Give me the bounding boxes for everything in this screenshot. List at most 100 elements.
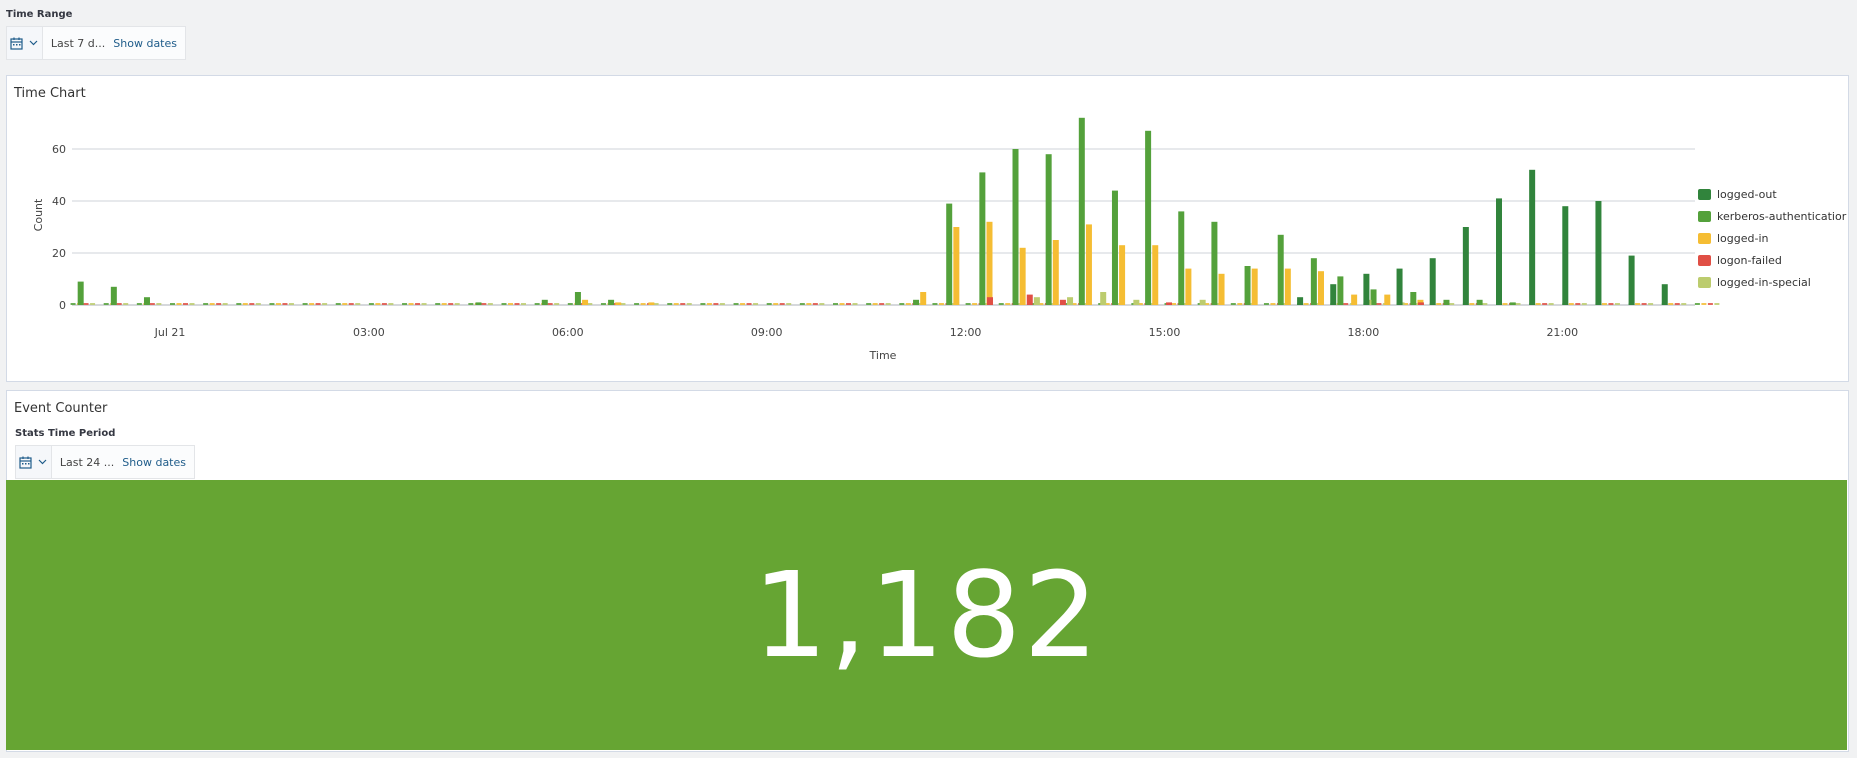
baseline-stub xyxy=(1436,303,1442,305)
baseline-stub xyxy=(1482,303,1488,305)
baseline-stub xyxy=(1575,303,1581,305)
baseline-stub xyxy=(1707,303,1713,305)
stats-time-picker[interactable]: Last 24 ... Show dates xyxy=(15,445,195,479)
stats-range-text[interactable]: Last 24 ... xyxy=(52,456,122,469)
baseline-stub xyxy=(302,303,308,305)
baseline-stub xyxy=(136,303,142,305)
baseline-stub xyxy=(421,303,427,305)
baseline-stub xyxy=(1701,303,1707,305)
baseline-stub xyxy=(799,303,805,305)
baseline-stub xyxy=(116,303,122,305)
baseline-stub xyxy=(70,303,76,305)
baseline-stub xyxy=(1668,303,1674,305)
baseline-stub xyxy=(216,303,222,305)
bar-logged-in xyxy=(986,221,993,305)
x-tick-label: 21:00 xyxy=(1546,326,1578,339)
baseline-stub xyxy=(103,303,109,305)
bar-logged-out xyxy=(1562,206,1569,305)
baseline-stub xyxy=(719,303,725,305)
chart-legend: logged-out kerberos-authenticatior logged-… xyxy=(1698,183,1846,293)
x-tick-label: 03:00 xyxy=(353,326,385,339)
legend-item[interactable]: logged-out xyxy=(1698,183,1846,205)
baseline-stub xyxy=(222,303,228,305)
baseline-stub xyxy=(1601,303,1607,305)
baseline-stub xyxy=(123,303,129,305)
baseline-stub xyxy=(899,303,905,305)
bar-kerberos-authenticatior xyxy=(1410,292,1417,305)
baseline-stub xyxy=(1515,303,1521,305)
bar-kerberos-authenticatior xyxy=(1045,154,1052,305)
legend-swatch xyxy=(1698,188,1711,200)
bar-logon-failed xyxy=(1166,302,1172,305)
baseline-stub xyxy=(275,303,281,305)
baseline-stub xyxy=(203,303,209,305)
bar-logged-in xyxy=(953,227,960,305)
bar-kerberos-authenticatior xyxy=(1178,211,1185,305)
baseline-stub xyxy=(508,303,513,305)
baseline-stub xyxy=(402,303,408,305)
bar-kerberos-authenticatior xyxy=(913,299,920,305)
baseline-stub xyxy=(156,303,162,305)
legend-label: logon-failed xyxy=(1717,253,1782,267)
bar-kerberos-authenticatior xyxy=(608,299,615,305)
baseline-stub xyxy=(255,303,261,305)
legend-swatch xyxy=(1698,232,1711,244)
baseline-stub xyxy=(189,303,195,305)
baseline-stub xyxy=(1237,303,1243,305)
baseline-stub xyxy=(335,303,341,305)
baseline-stub xyxy=(806,303,812,305)
bar-kerberos-authenticatior xyxy=(1337,276,1344,305)
bar-kerberos-authenticatior xyxy=(574,292,581,305)
baseline-stub xyxy=(288,303,294,305)
bar-logged-out xyxy=(1529,169,1536,305)
x-tick-label: 09:00 xyxy=(751,326,783,339)
baseline-stub xyxy=(833,303,838,305)
baseline-stub xyxy=(1270,303,1276,305)
baseline-stub xyxy=(852,303,858,305)
stats-date-quick-menu-button[interactable] xyxy=(16,446,52,478)
bar-kerberos-authenticatior xyxy=(1310,258,1317,305)
baseline-stub xyxy=(521,303,526,305)
baseline-stub xyxy=(375,303,381,305)
bar-logged-in xyxy=(1251,268,1258,305)
bar-logged-in xyxy=(1085,224,1092,305)
x-tick-label: Jul 21 xyxy=(154,326,186,339)
bar-logged-in-special xyxy=(1199,299,1206,305)
baseline-stub xyxy=(846,303,851,305)
bar-logged-in xyxy=(1351,294,1358,305)
legend-item[interactable]: logon-failed xyxy=(1698,249,1846,271)
time-chart: 0 20 40 60 Jul 21 03:00 06:00 09:00 12:00 15:00 18… xyxy=(32,117,1720,362)
baseline-stub xyxy=(448,303,454,305)
x-tick-label: 06:00 xyxy=(552,326,584,339)
legend-label: logged-out xyxy=(1717,187,1777,201)
bar-kerberos-authenticatior xyxy=(143,297,150,305)
baseline-stub xyxy=(812,303,818,305)
bar-logged-in-special xyxy=(1133,299,1140,305)
baseline-stub xyxy=(322,303,328,305)
bar-logged-out xyxy=(1297,297,1304,305)
baseline-stub xyxy=(83,303,89,305)
legend-item[interactable]: kerberos-authenticatior xyxy=(1698,205,1846,227)
baseline-stub xyxy=(740,303,746,305)
x-tick-label: 12:00 xyxy=(950,326,982,339)
bar-logged-in xyxy=(1052,240,1059,305)
bar-logged-out xyxy=(1496,198,1502,305)
baseline-stub xyxy=(753,303,759,305)
baseline-stub xyxy=(972,303,978,305)
baseline-stub xyxy=(1548,303,1554,305)
event-counter-title: Event Counter xyxy=(14,401,108,416)
baseline-stub xyxy=(706,303,712,305)
bar-kerberos-authenticatior xyxy=(1509,302,1516,305)
bar-logged-in xyxy=(1284,268,1291,305)
y-tick-label: 60 xyxy=(52,143,66,156)
baseline-stub xyxy=(534,303,540,305)
bar-logged-in xyxy=(1119,245,1126,305)
baseline-stub xyxy=(1542,303,1548,305)
baseline-stub xyxy=(932,303,938,305)
legend-swatch xyxy=(1698,254,1711,266)
baseline-stub xyxy=(415,303,421,305)
legend-item[interactable]: logged-in xyxy=(1698,227,1846,249)
baseline-stub xyxy=(209,303,215,305)
legend-item[interactable]: logged-in-special xyxy=(1698,271,1846,293)
stats-show-dates-link[interactable]: Show dates xyxy=(122,456,194,469)
